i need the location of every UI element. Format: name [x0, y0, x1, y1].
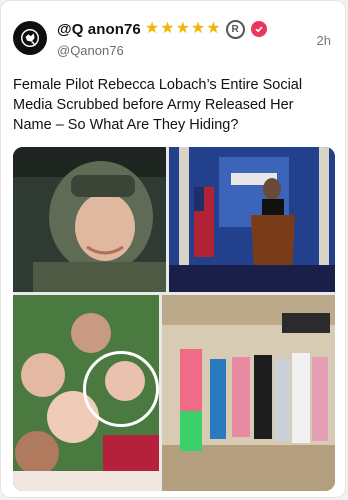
- pilot-helmet-photo[interactable]: [13, 147, 166, 292]
- star-badges: ★ ★ ★ ★ ★: [145, 21, 221, 37]
- post-timestamp: 2h: [316, 33, 331, 48]
- avatar[interactable]: [13, 21, 47, 55]
- star-icon: ★: [190, 20, 206, 37]
- star-icon: ★: [175, 20, 190, 37]
- display-name[interactable]: @Q anon76: [57, 21, 141, 38]
- photo-collage[interactable]: [13, 147, 335, 491]
- star-icon: ★: [206, 20, 221, 37]
- q-logo-icon: [21, 29, 39, 47]
- star-icon: ★: [144, 20, 160, 37]
- verified-badge-icon: [250, 21, 267, 37]
- press-briefing-podium-photo[interactable]: [169, 147, 335, 292]
- group-selfie-photo[interactable]: [13, 295, 159, 491]
- highlight-circle: [83, 351, 159, 427]
- post-card[interactable]: @Q anon76 ★ ★ ★ ★ ★ R @Qanon76 2h Female…: [0, 0, 346, 498]
- user-handle[interactable]: @Qanon76: [57, 43, 267, 58]
- post-header: @Q anon76 ★ ★ ★ ★ ★ R @Qanon76 2h: [13, 19, 333, 63]
- post-text: Female Pilot Rebecca Lobach’s Entire Soc…: [13, 77, 303, 133]
- registered-icon: R: [225, 19, 245, 39]
- star-icon: ★: [160, 20, 175, 37]
- group-station-photo[interactable]: [162, 295, 335, 491]
